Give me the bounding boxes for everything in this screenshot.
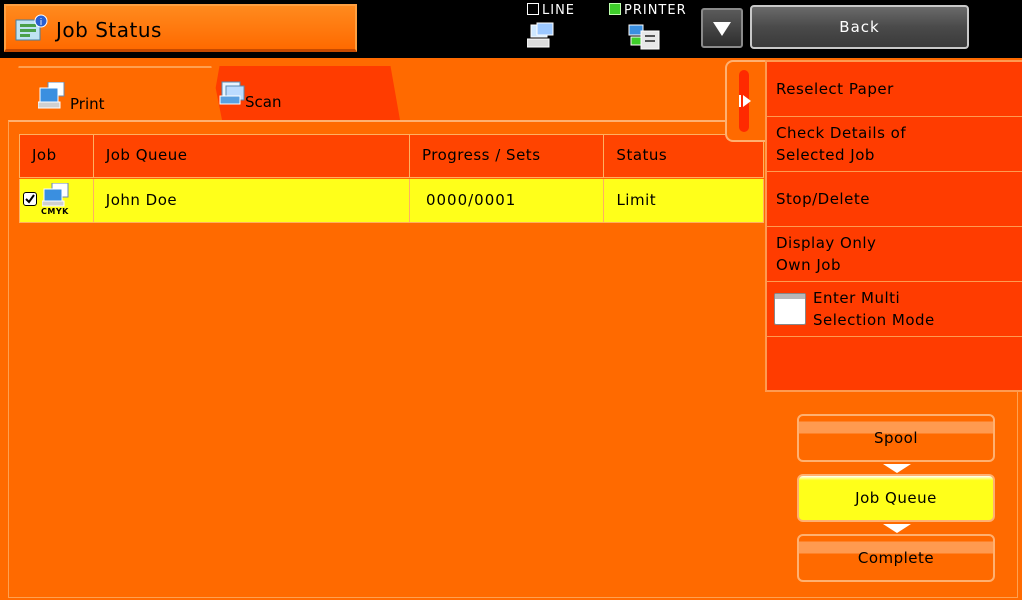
side-menu: Reselect Paper Check Details of Selected… [765, 60, 1022, 392]
column-header-progress: Progress / Sets [410, 135, 605, 177]
reselect-paper-label: Reselect Paper [776, 80, 894, 98]
flow-arrow-down-icon [883, 464, 911, 473]
display-own-job-label: Display Only Own Job [776, 234, 877, 274]
back-button[interactable]: Back [750, 5, 969, 49]
stop-delete-button[interactable]: Stop/Delete [767, 172, 1022, 227]
mode-line-label: LINE [527, 3, 575, 18]
table-header: Job Job Queue Progress / Sets Status [19, 134, 764, 178]
printer-status-checkbox [609, 3, 621, 15]
side-menu-toggle[interactable] [725, 60, 767, 142]
multi-selection-button[interactable]: Enter Multi Selection Mode [767, 282, 1022, 337]
display-own-job-button[interactable]: Display Only Own Job [767, 227, 1022, 282]
tab-print[interactable]: Print [8, 66, 222, 120]
multi-selection-icon [774, 293, 806, 325]
tab-scan-label: Scan [245, 93, 282, 111]
column-header-job-queue: Job Queue [94, 135, 410, 177]
mode-printer-label: PRINTER [609, 3, 687, 18]
svg-text:i: i [40, 18, 43, 28]
print-icon [38, 82, 65, 109]
spool-button[interactable]: Spool [797, 414, 995, 462]
line-status-checkbox [527, 3, 539, 15]
check-details-button[interactable]: Check Details of Selected Job [767, 117, 1022, 172]
fax-line-icon [527, 22, 554, 48]
row-checkbox[interactable] [23, 192, 37, 206]
job-status-icon: i [15, 14, 48, 41]
triangle-down-icon [713, 22, 731, 36]
column-header-job: Job [20, 135, 94, 177]
stop-delete-label: Stop/Delete [776, 190, 870, 208]
status-cell: Limit [616, 191, 657, 209]
job-table: Job Job Queue Progress / Sets Status CMY… [19, 134, 764, 223]
tab-print-label: Print [70, 95, 105, 113]
collapse-arrow-icon [739, 95, 751, 107]
reselect-paper-button[interactable]: Reselect Paper [767, 62, 1022, 117]
job-queue-cell: John Doe [94, 179, 410, 222]
color-mode-label: CMYK [41, 207, 69, 216]
title-box: i Job Status [4, 4, 357, 52]
top-bar: i Job Status LINE PRINTER Back [0, 0, 1022, 58]
job-queue-button[interactable]: Job Queue [797, 474, 995, 522]
flow-arrow-down-icon [883, 524, 911, 533]
menu-dropdown-button[interactable] [701, 8, 743, 48]
printer-mode-icon [628, 24, 660, 50]
table-row[interactable]: CMYK John Doe 0000/0001 Limit [19, 179, 764, 223]
page-title: Job Status [56, 18, 162, 42]
checkmark-icon [25, 194, 35, 204]
scan-icon [219, 81, 245, 105]
complete-button[interactable]: Complete [797, 534, 995, 582]
job-cell: CMYK [20, 179, 94, 222]
progress-cell: 0000/0001 [410, 179, 605, 222]
tab-scan[interactable]: Scan [210, 66, 400, 120]
check-details-label: Check Details of Selected Job [776, 124, 907, 164]
multi-selection-label: Enter Multi Selection Mode [813, 289, 935, 329]
